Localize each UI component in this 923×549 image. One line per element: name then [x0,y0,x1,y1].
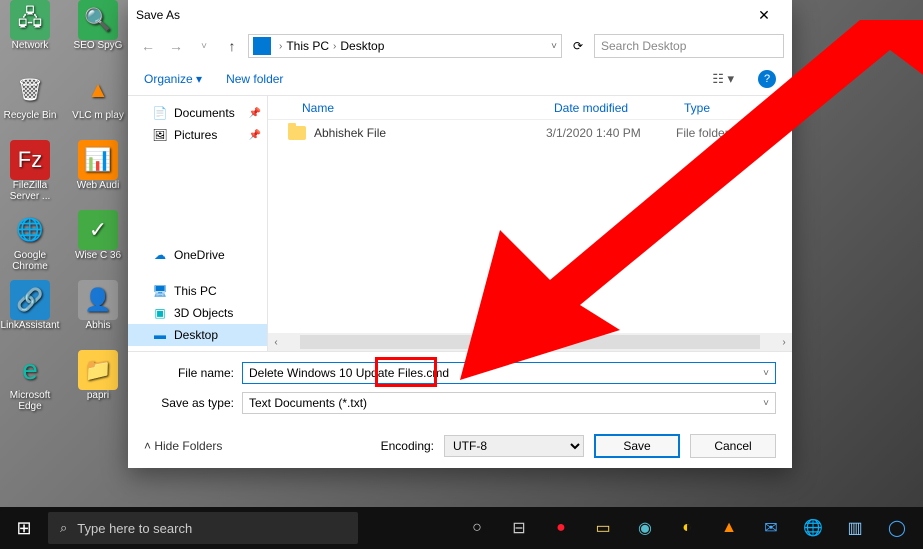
savetype-label: Save as type: [144,396,234,410]
chevron-down-icon[interactable]: ˅ [763,368,769,379]
column-date[interactable]: Date modified [546,101,676,115]
3dobjects-icon: ▣ [152,305,168,321]
breadcrumb-leaf[interactable]: Desktop [340,39,384,53]
column-type[interactable]: Type [676,101,776,115]
desktop-icon[interactable]: 📊Web Audi [68,140,128,210]
savetype-select[interactable]: Text Documents (*.txt) ˅ [242,392,776,414]
sidebar-item-desktop[interactable]: ▬Desktop [128,324,267,346]
app-icon[interactable]: ◯ [877,507,917,549]
horizontal-scrollbar[interactable]: ‹ › [268,333,792,351]
desktop-icon-filezilla[interactable]: FzFileZilla Server ... [0,140,60,210]
vlc-icon[interactable]: ▲ [709,507,749,549]
save-form: File name: Delete Windows 10 Update File… [128,351,792,424]
taskbar-apps: ○ ⊟ ● ▭ ◉ ◐ ▲ ✉ 🌐 ▥ ◯ [457,507,923,549]
folder-icon [288,126,306,140]
taskbar: ⊞ ⌕ Type here to search ○ ⊟ ● ▭ ◉ ◐ ▲ ✉ … [0,507,923,549]
chevron-right-icon: › [279,41,282,52]
explorer-icon[interactable]: ▭ [583,507,623,549]
recent-dropdown[interactable]: ˅ [192,34,216,58]
onedrive-icon: ☁ [152,247,168,263]
taskview-icon[interactable]: ⊟ [499,507,539,549]
forward-button[interactable]: → [164,34,188,58]
desktop-icon[interactable]: 🔍SEO SpyG [68,0,128,70]
sidebar-item-3dobjects[interactable]: ▣3D Objects [128,302,267,324]
breadcrumb-root[interactable]: This PC [286,39,329,53]
documents-icon: 📄 [152,105,168,121]
chevron-down-icon[interactable]: ˅ [763,398,769,409]
hide-folders-toggle[interactable]: ˄ Hide Folders [144,439,222,453]
taskbar-search-placeholder: Type here to search [77,521,192,536]
cancel-button[interactable]: Cancel [690,434,776,458]
search-placeholder: Search Desktop [601,39,686,53]
refresh-button[interactable]: ⟳ [566,34,590,58]
start-button[interactable]: ⊞ [0,507,48,549]
chevron-right-icon: › [333,41,336,52]
search-input[interactable]: Search Desktop [594,34,784,58]
chrome-icon[interactable]: 🌐 [793,507,833,549]
camera-icon[interactable]: ◉ [625,507,665,549]
help-button[interactable]: ? [758,70,776,88]
encoding-select[interactable]: UTF-8 [444,435,584,457]
pin-icon: 📌 [249,130,261,141]
column-name[interactable]: Name [268,101,546,115]
titlebar: Save As ✕ [128,0,792,30]
pictures-icon: 🖼 [152,127,168,143]
encoding-label: Encoding: [381,439,434,453]
desktop-icons-grid: 🖧Network 🔍SEO SpyG 🗑Recycle Bin ▲VLC m p… [0,0,128,420]
scroll-left-icon[interactable]: ‹ [268,337,284,348]
thispc-icon: 🖥 [152,283,168,299]
file-list: Name Date modified Type ˅ Abhishek File … [268,96,792,351]
sidebar-item-onedrive[interactable]: ☁OneDrive [128,244,267,266]
desktop-icon-edge[interactable]: eMicrosoft Edge [0,350,60,420]
new-folder-button[interactable]: New folder [226,72,283,86]
up-button[interactable]: ↑ [220,34,244,58]
file-type: File folder [676,126,792,140]
back-button[interactable]: ← [136,34,160,58]
dialog-footer: ˄ Hide Folders Encoding: UTF-8 Save Canc… [128,424,792,468]
breadcrumb[interactable]: › This PC › Desktop ˅ [248,34,562,58]
cortana-icon[interactable]: ○ [457,507,497,549]
file-row[interactable]: Abhishek File 3/1/2020 1:40 PM File fold… [268,120,792,146]
search-icon: ⌕ [60,520,67,536]
close-button[interactable]: ✕ [744,0,784,30]
desktop-icon[interactable]: 🖧Network [0,0,60,70]
desktop-icon[interactable]: 🔗LinkAssistant [0,280,60,350]
filename-input[interactable]: Delete Windows 10 Update Files.cmd ˅ [242,362,776,384]
save-as-dialog: Save As ✕ ← → ˅ ↑ › This PC › Desktop ˅ … [128,0,792,468]
desktop-icon: ▬ [152,327,168,343]
desktop-icon[interactable]: 📁papri [68,350,128,420]
pin-icon: 📌 [249,108,261,119]
app-icon[interactable]: ◐ [667,507,707,549]
filename-label: File name: [144,366,234,380]
file-date: 3/1/2020 1:40 PM [546,126,676,140]
notepad-icon[interactable]: ▥ [835,507,875,549]
sidebar-item-pictures[interactable]: 🖼Pictures📌 [128,124,267,146]
desktop-icon-chrome[interactable]: 🌐Google Chrome [0,210,60,280]
navigation-bar: ← → ˅ ↑ › This PC › Desktop ˅ ⟳ Search D… [128,30,792,62]
chevron-down-icon[interactable]: ˅ [551,41,557,52]
desktop-icon-recycle-bin[interactable]: 🗑Recycle Bin [0,70,60,140]
taskbar-search[interactable]: ⌕ Type here to search [48,512,358,544]
toolbar: Organize ▾ New folder ☷ ▾ ? [128,62,792,96]
file-list-header: Name Date modified Type ˅ [268,96,792,120]
organize-menu[interactable]: Organize ▾ [144,72,202,86]
sidebar-item-documents[interactable]: 📄Documents📌 [128,102,267,124]
save-button[interactable]: Save [594,434,680,458]
dialog-title: Save As [136,8,744,22]
desktop-icon[interactable]: 👤Abhis [68,280,128,350]
file-name: Abhishek File [314,126,546,140]
desktop-icon[interactable]: ✓Wise C 36 [68,210,128,280]
scroll-right-icon[interactable]: › [776,337,792,348]
column-options[interactable]: ˅ [776,102,792,113]
mail-icon[interactable]: ✉ [751,507,791,549]
thispc-icon [253,37,271,55]
opera-icon[interactable]: ● [541,507,581,549]
desktop-icon-vlc[interactable]: ▲VLC m play [68,70,128,140]
sidebar: 📄Documents📌 🖼Pictures📌 ☁OneDrive 🖥This P… [128,96,268,351]
explorer-pane: 📄Documents📌 🖼Pictures📌 ☁OneDrive 🖥This P… [128,96,792,351]
view-options-button[interactable]: ☷ ▾ [712,71,734,87]
sidebar-item-thispc[interactable]: 🖥This PC [128,280,267,302]
